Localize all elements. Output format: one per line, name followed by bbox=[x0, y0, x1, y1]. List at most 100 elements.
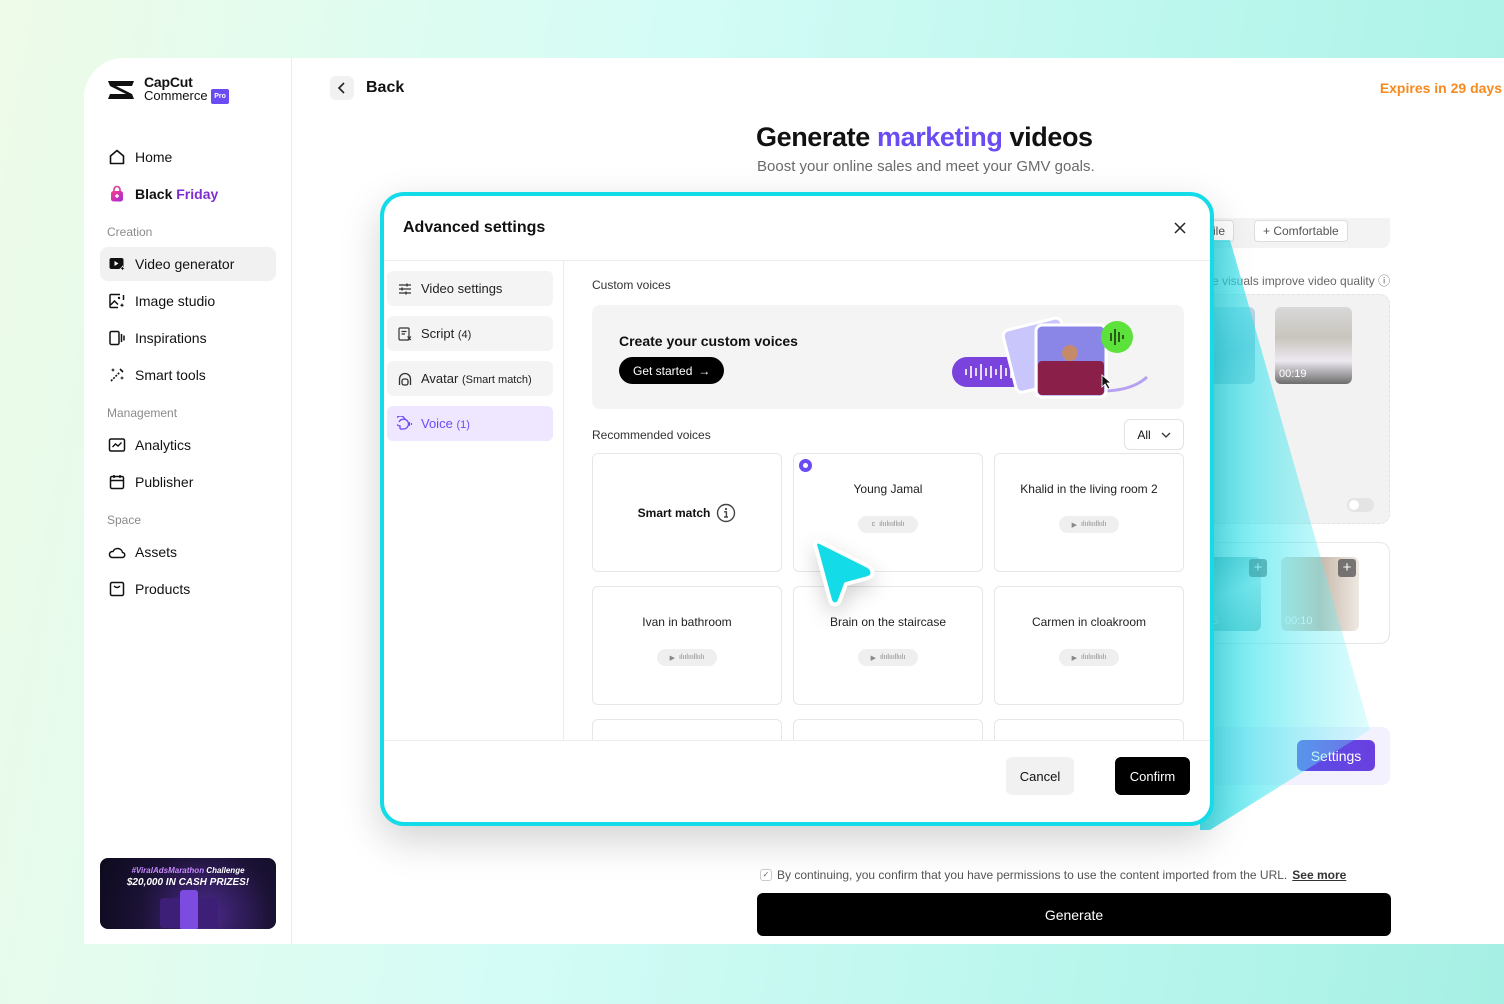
modal-title: Advanced settings bbox=[403, 219, 546, 236]
advanced-settings-modal: Advanced settings Video settings Script … bbox=[380, 192, 1214, 826]
sidebar-item-label: Inspirations bbox=[135, 330, 207, 346]
voice-card[interactable]: Carmen in cloakroom ▶ ılıılıııllıılı bbox=[994, 586, 1184, 705]
tab-label-text: Voice bbox=[421, 416, 453, 431]
capcut-commerce-logo[interactable]: CapCut Commerce Pro bbox=[106, 75, 229, 105]
title-accent: marketing bbox=[876, 122, 1003, 152]
voice-filter-dropdown[interactable]: All bbox=[1124, 419, 1184, 450]
sidebar-item-video-generator[interactable]: Video generator bbox=[100, 247, 276, 281]
script-icon bbox=[398, 326, 412, 341]
add-clip-icon[interactable]: + bbox=[1338, 559, 1356, 577]
chevron-left-icon bbox=[337, 82, 345, 94]
gift-ribbon-graphic bbox=[180, 890, 198, 929]
add-clip-icon[interactable]: + bbox=[1249, 559, 1267, 577]
quality-hint-text: e visuals improve video quality bbox=[1212, 274, 1375, 288]
voice-card[interactable] bbox=[592, 719, 782, 740]
info-icon[interactable]: ⓘ bbox=[1378, 274, 1390, 288]
tab-voice[interactable]: Voice (1) bbox=[387, 406, 553, 441]
play-icon[interactable]: ▶ bbox=[1072, 654, 1077, 662]
sidebar-item-analytics[interactable]: Analytics bbox=[100, 428, 276, 462]
get-started-button[interactable]: Get started → bbox=[619, 357, 725, 384]
sidebar-item-smart-tools[interactable]: Smart tools bbox=[100, 358, 276, 392]
close-button[interactable] bbox=[1169, 217, 1191, 239]
voice-grid: Smart match Young Jamal c ılıılıııllıılı … bbox=[592, 453, 1184, 740]
sidebar-item-label: Assets bbox=[135, 544, 178, 560]
promo-prize: $20,000 IN CASH PRIZES! bbox=[126, 877, 250, 888]
voice-preview-player[interactable]: ▶ ılıılıııllıılı bbox=[858, 649, 918, 666]
consent-text: By continuing, you confirm that you have… bbox=[777, 868, 1288, 882]
recommended-voices-label: Recommended voices bbox=[592, 427, 711, 442]
close-icon bbox=[1174, 222, 1186, 234]
sidebar-item-image-studio[interactable]: Image studio bbox=[100, 284, 276, 318]
play-icon[interactable]: ▶ bbox=[670, 654, 675, 662]
image-sparkle-icon bbox=[109, 293, 125, 309]
back-link[interactable]: Back bbox=[330, 76, 404, 100]
sidebar-item-label: Video generator bbox=[135, 256, 235, 272]
style-chip-comfortable[interactable]: + Comfortable bbox=[1254, 220, 1348, 242]
tab-avatar[interactable]: Avatar (Smart match) bbox=[387, 361, 553, 396]
loading-icon: c bbox=[871, 521, 876, 528]
voice-name: Khalid in the living room 2 bbox=[1020, 482, 1158, 496]
page-title: Generate marketing videos bbox=[756, 122, 1093, 153]
voice-card[interactable] bbox=[994, 719, 1184, 740]
sidebar-item-home[interactable]: Home bbox=[100, 140, 276, 174]
sliders-icon bbox=[399, 283, 411, 294]
cancel-button[interactable]: Cancel bbox=[1006, 757, 1074, 795]
sidebar-nav: Home Black Friday Creation Video generat… bbox=[100, 140, 276, 609]
consent-checkbox[interactable]: ✓ bbox=[760, 869, 772, 881]
tab-status: (Smart match) bbox=[461, 374, 532, 386]
custom-voices-label: Custom voices bbox=[592, 278, 671, 292]
arrow-right-icon: → bbox=[698, 363, 711, 378]
sidebar-item-label: Image studio bbox=[135, 293, 216, 309]
voice-card-smart-match[interactable]: Smart match bbox=[592, 453, 782, 572]
setting-toggle[interactable] bbox=[1347, 498, 1374, 512]
get-started-label: Get started bbox=[633, 363, 693, 378]
modal-tabs: Video settings Script (4) Avatar (Smart … bbox=[384, 261, 564, 740]
analytics-icon bbox=[108, 438, 126, 452]
capcut-logo-icon bbox=[108, 81, 134, 100]
tab-label: Script (4) bbox=[421, 326, 471, 341]
back-button[interactable] bbox=[330, 76, 354, 100]
sidebar: CapCut Commerce Pro Home Black Friday Cr… bbox=[84, 58, 292, 944]
promo-hashtag: #ViralAdsMarathon bbox=[131, 866, 205, 875]
calendar-icon bbox=[109, 475, 125, 490]
waveform-icon: ılıılıııllıılı bbox=[1081, 521, 1107, 528]
sidebar-item-label: Publisher bbox=[135, 474, 194, 490]
consent-row: ✓ By continuing, you confirm that you ha… bbox=[760, 868, 1346, 882]
play-icon[interactable]: ▶ bbox=[871, 654, 876, 662]
info-icon[interactable] bbox=[716, 503, 736, 523]
expiry-notice: Expires in 29 days bbox=[1379, 80, 1502, 96]
sidebar-item-products[interactable]: Products bbox=[100, 572, 276, 606]
sidebar-item-label: Black Friday bbox=[135, 186, 219, 202]
section-title-creation: Creation bbox=[107, 225, 153, 239]
tab-label: Avatar (Smart match) bbox=[421, 371, 532, 386]
voice-card[interactable] bbox=[793, 719, 983, 740]
voice-name: Ivan in bathroom bbox=[642, 615, 732, 629]
sidebar-item-publisher[interactable]: Publisher bbox=[100, 465, 276, 499]
modal-footer: Cancel Confirm bbox=[384, 740, 1210, 822]
sidebar-item-black-friday[interactable]: Black Friday bbox=[100, 177, 276, 211]
voice-card[interactable]: Ivan in bathroom ▶ ılıılıııllıılı bbox=[592, 586, 782, 705]
tab-script[interactable]: Script (4) bbox=[387, 316, 553, 351]
tab-video-settings[interactable]: Video settings bbox=[387, 271, 553, 306]
product-box-icon bbox=[109, 581, 125, 597]
tab-label: Voice (1) bbox=[421, 416, 470, 431]
custom-voice-title: Create your custom voices bbox=[619, 333, 798, 349]
generate-button[interactable]: Generate bbox=[757, 893, 1391, 936]
voice-preview-player[interactable]: ▶ ılıılıııllıılı bbox=[1059, 516, 1119, 533]
settings-button[interactable]: Settings bbox=[1297, 740, 1375, 771]
voice-card[interactable]: Khalid in the living room 2 ▶ ılıılıııllı… bbox=[994, 453, 1184, 572]
media-thumbnail[interactable]: 00:19 bbox=[1275, 307, 1352, 384]
voice-preview-player[interactable]: ▶ ılıılıııllıılı bbox=[657, 649, 717, 666]
promo-banner[interactable]: #ViralAdsMarathon Challenge $20,000 IN C… bbox=[100, 858, 276, 929]
home-icon bbox=[109, 149, 125, 165]
see-more-link[interactable]: See more bbox=[1292, 868, 1346, 882]
video-sparkle-icon bbox=[109, 258, 126, 272]
sidebar-item-assets[interactable]: Assets bbox=[100, 535, 276, 569]
avatar-icon bbox=[398, 372, 412, 386]
voice-preview-player[interactable]: ▶ ılıılıııllıılı bbox=[1059, 649, 1119, 666]
voice-preview-player[interactable]: c ılıılıııllıılı bbox=[858, 516, 918, 533]
sidebar-item-inspirations[interactable]: Inspirations bbox=[100, 321, 276, 355]
selected-radio[interactable] bbox=[799, 459, 812, 472]
play-icon[interactable]: ▶ bbox=[1072, 521, 1077, 529]
confirm-button[interactable]: Confirm bbox=[1115, 757, 1190, 795]
